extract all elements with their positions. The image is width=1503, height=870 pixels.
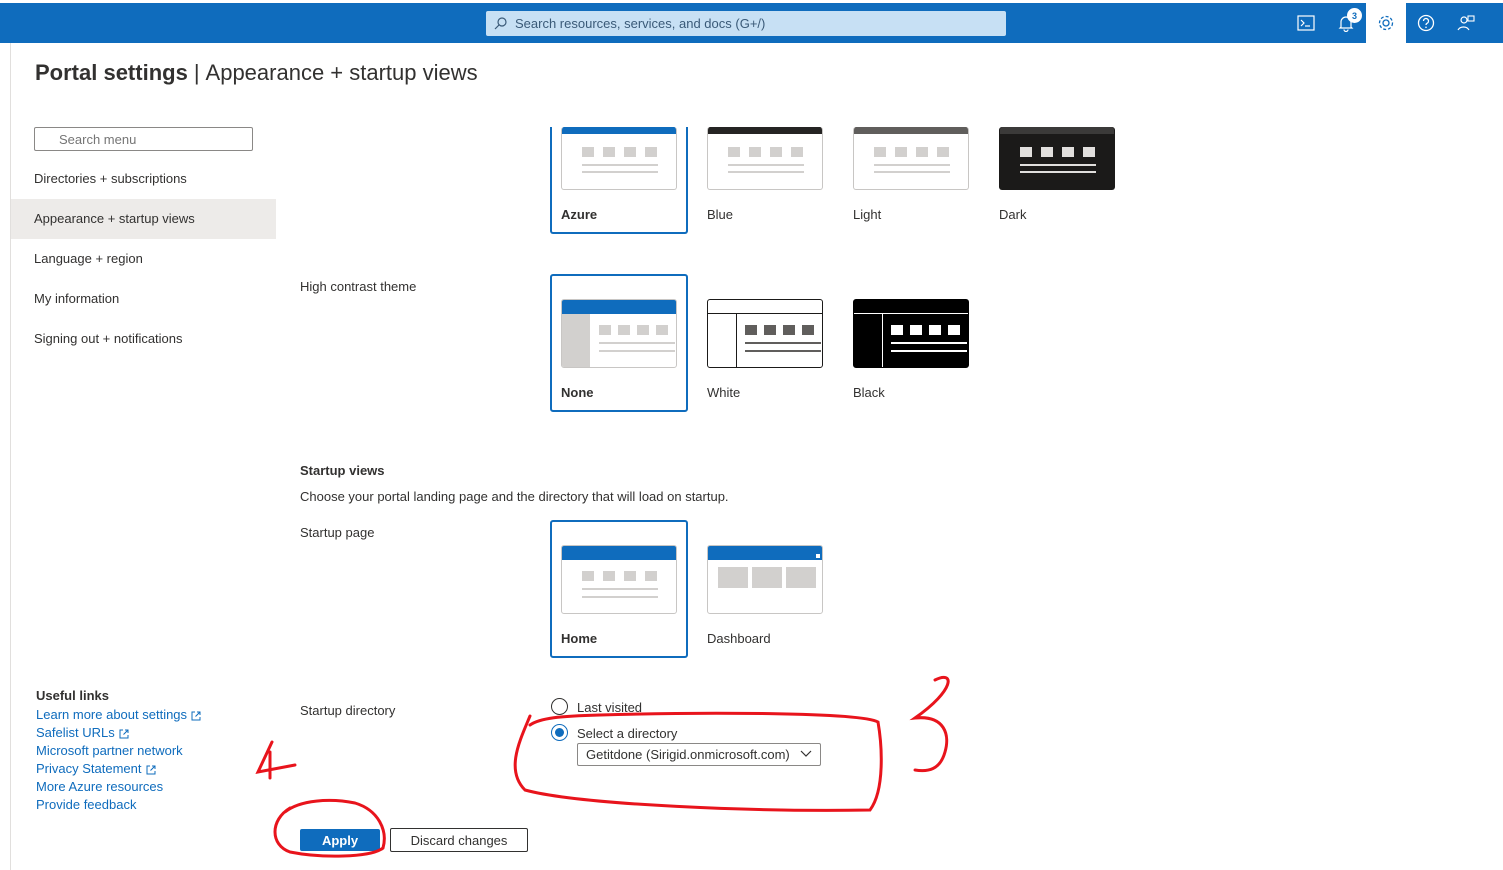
global-search-input[interactable]: Search resources, services, and docs (G+… (486, 11, 1006, 36)
menu-item-directories[interactable]: Directories + subscriptions (11, 159, 276, 199)
notifications-button[interactable]: 3 (1326, 3, 1366, 43)
theme-caption-light: Light (853, 207, 882, 222)
external-link-icon (146, 765, 155, 775)
page-title-main: Portal settings (35, 60, 188, 85)
startup-caption-home: Home (561, 631, 598, 646)
link-provide-feedback[interactable]: Provide feedback (36, 796, 201, 814)
link-learn-settings[interactable]: Learn more about settings (36, 706, 201, 724)
menu-item-label: Directories + subscriptions (34, 171, 187, 186)
feedback-icon (1457, 15, 1475, 31)
menu-item-language[interactable]: Language + region (11, 239, 276, 279)
chevron-down-icon (800, 750, 812, 757)
theme-tile-dark[interactable] (999, 127, 1115, 190)
cloud-shell-icon (1297, 15, 1315, 31)
menu-item-my-information[interactable]: My information (11, 279, 276, 319)
contrast-caption-none: None (561, 385, 594, 400)
theme-tile-light[interactable] (853, 127, 969, 190)
theme-caption-azure: Azure (561, 207, 598, 222)
feedback-button[interactable] (1446, 3, 1486, 43)
contrast-caption-white: White (707, 385, 741, 400)
contrast-caption-black: Black (853, 385, 885, 400)
menu-item-appearance[interactable]: Appearance + startup views (11, 199, 276, 239)
link-partner-network[interactable]: Microsoft partner network (36, 742, 201, 760)
contrast-tile-black[interactable] (853, 299, 969, 368)
theme-preview-azure (561, 127, 677, 190)
radio-last-visited-label: Last visited (577, 700, 643, 715)
link-safelist-urls[interactable]: Safelist URLs (36, 724, 201, 742)
menu-item-label: Language + region (34, 251, 143, 266)
settings-button[interactable] (1366, 3, 1406, 43)
annotation-number-four (255, 740, 297, 780)
page-title-separator: | (193, 60, 200, 85)
link-more-resources[interactable]: More Azure resources (36, 778, 201, 796)
global-search-placeholder: Search resources, services, and docs (G+… (515, 16, 766, 31)
help-icon (1417, 14, 1435, 32)
useful-links: Useful links Learn more about settings S… (36, 688, 201, 814)
startup-page-label: Startup page (300, 525, 375, 540)
startup-tile-dashboard[interactable] (707, 545, 823, 614)
directory-dropdown[interactable]: Getitdone (Sirigid.onmicrosoft.com) (577, 743, 821, 766)
radio-select-directory-label: Select a directory (577, 726, 678, 741)
menu-search-input[interactable] (34, 127, 253, 151)
radio-last-visited[interactable] (551, 698, 568, 715)
external-link-icon (191, 711, 201, 721)
menu-item-signing-out[interactable]: Signing out + notifications (11, 319, 276, 359)
contrast-preview-none (561, 299, 677, 368)
top-bar: Search resources, services, and docs (G+… (0, 3, 1503, 43)
notification-badge: 3 (1347, 8, 1362, 23)
startup-views-description: Choose your portal landing page and the … (300, 489, 729, 504)
high-contrast-label: High contrast theme (300, 279, 417, 294)
search-icon (494, 17, 507, 30)
external-link-icon (119, 729, 129, 739)
theme-tile-blue[interactable] (707, 127, 823, 190)
apply-button[interactable]: Apply (300, 829, 380, 851)
theme-caption-blue: Blue (707, 207, 734, 222)
menu-item-label: Appearance + startup views (34, 211, 195, 226)
page-title-section: Appearance + startup views (205, 60, 478, 85)
link-privacy-statement[interactable]: Privacy Statement (36, 760, 201, 778)
startup-views-title: Startup views (300, 463, 385, 478)
startup-preview-home (561, 545, 677, 614)
cloud-shell-button[interactable] (1286, 3, 1326, 43)
theme-caption-dark: Dark (999, 207, 1027, 222)
page-title: Portal settings | Appearance + startup vie… (35, 60, 478, 86)
discard-changes-button[interactable]: Discard changes (390, 828, 528, 852)
annotation-number-three (909, 675, 950, 773)
radio-select-directory[interactable] (551, 724, 568, 741)
help-button[interactable] (1406, 3, 1446, 43)
directory-dropdown-value: Getitdone (Sirigid.onmicrosoft.com) (586, 747, 790, 762)
startup-caption-dashboard: Dashboard (707, 631, 771, 646)
menu-item-label: My information (34, 291, 120, 306)
useful-links-heading: Useful links (36, 688, 109, 703)
contrast-tile-white[interactable] (707, 299, 823, 368)
startup-directory-label: Startup directory (300, 703, 396, 718)
gear-icon (1378, 15, 1394, 31)
menu-item-label: Signing out + notifications (34, 331, 183, 346)
